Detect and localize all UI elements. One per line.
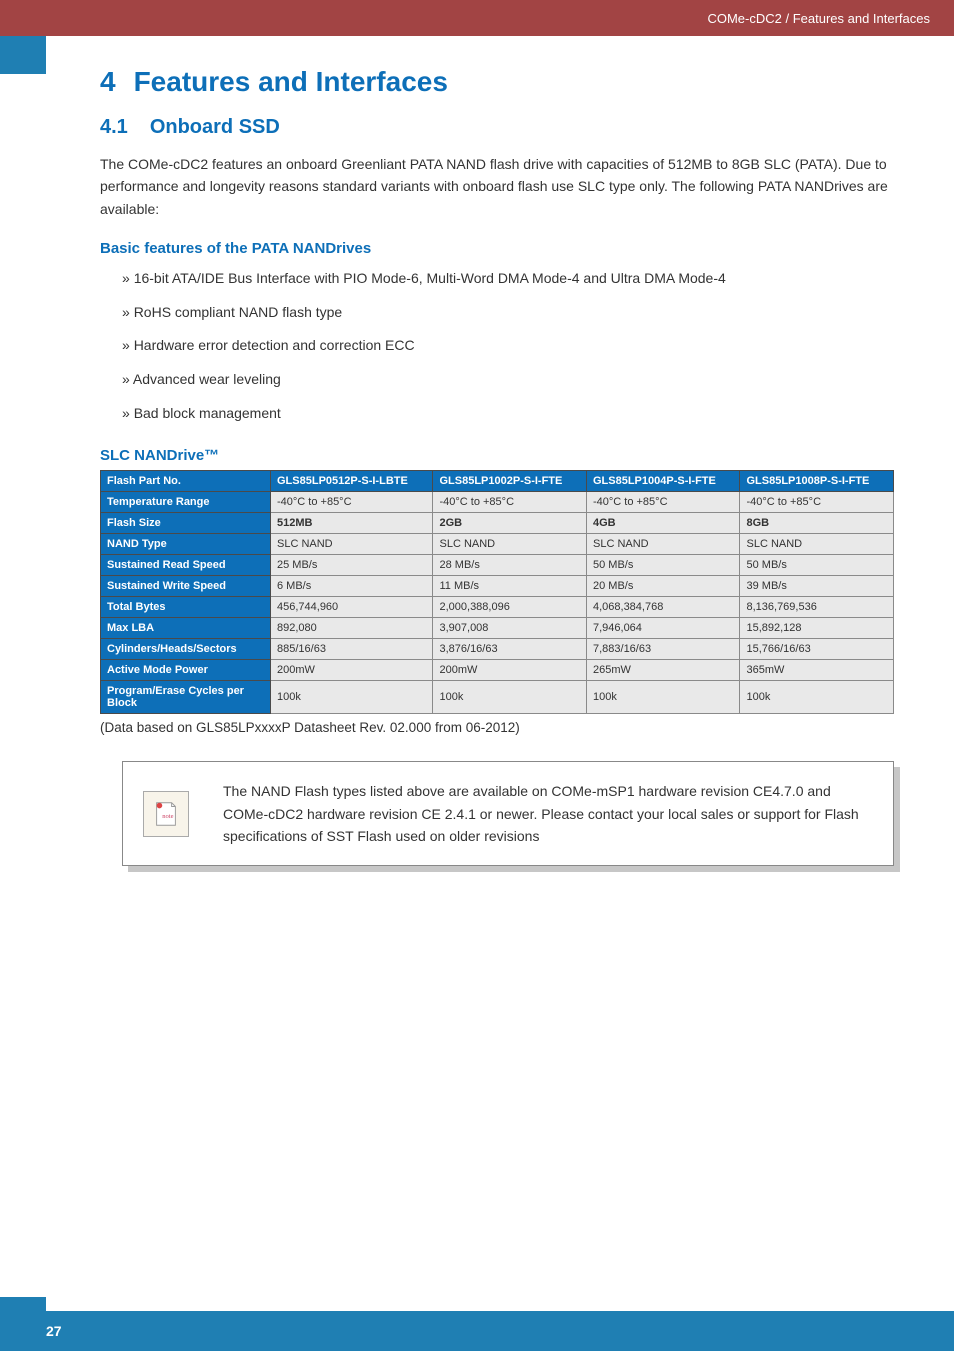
table-row: Temperature Range -40°C to +85°C -40°C t…	[101, 492, 894, 513]
table-cell: 365mW	[740, 660, 894, 681]
feature-list: 16-bit ATA/IDE Bus Interface with PIO Mo…	[100, 269, 894, 423]
row-label: Total Bytes	[101, 597, 271, 618]
table-row: Max LBA 892,080 3,907,008 7,946,064 15,8…	[101, 618, 894, 639]
table-cell: 3,907,008	[433, 618, 587, 639]
table-caption: (Data based on GLS85LPxxxxP Datasheet Re…	[100, 720, 894, 735]
table-row: Sustained Write Speed 6 MB/s 11 MB/s 20 …	[101, 576, 894, 597]
table-cell: 885/16/63	[271, 639, 433, 660]
row-label: Cylinders/Heads/Sectors	[101, 639, 271, 660]
table-cell: 200mW	[433, 660, 587, 681]
table-cell: 265mW	[586, 660, 740, 681]
subsection-title: 4.1 Onboard SSD	[100, 116, 894, 139]
side-stripe	[0, 36, 46, 74]
table-row: Program/Erase Cycles per Block 100k 100k…	[101, 681, 894, 714]
table-row: NAND Type SLC NAND SLC NAND SLC NAND SLC…	[101, 534, 894, 555]
row-label: Flash Part No.	[101, 471, 271, 492]
footer-bar: 27	[0, 1311, 954, 1351]
subsection-title-text: Onboard SSD	[150, 116, 280, 138]
table-cell: -40°C to +85°C	[433, 492, 587, 513]
table-cell: SLC NAND	[740, 534, 894, 555]
table-cell: -40°C to +85°C	[586, 492, 740, 513]
table-cell: 100k	[740, 681, 894, 714]
table-cell: GLS85LP1004P-S-I-FTE	[586, 471, 740, 492]
table-cell: 2,000,388,096	[433, 597, 587, 618]
subsection-number: 4.1	[100, 116, 128, 138]
table-cell: 100k	[586, 681, 740, 714]
table-cell: 7,946,064	[586, 618, 740, 639]
note-box: note The NAND Flash types listed above a…	[122, 761, 894, 866]
table-row: Flash Size 512MB 2GB 4GB 8GB	[101, 513, 894, 534]
table-row: Active Mode Power 200mW 200mW 265mW 365m…	[101, 660, 894, 681]
note-icon: note	[143, 791, 189, 837]
page-number: 27	[46, 1323, 62, 1339]
list-item: Hardware error detection and correction …	[122, 336, 894, 356]
table-cell: SLC NAND	[271, 534, 433, 555]
list-item: Advanced wear leveling	[122, 370, 894, 390]
row-label: NAND Type	[101, 534, 271, 555]
table-cell: 11 MB/s	[433, 576, 587, 597]
spec-table: Flash Part No. GLS85LP0512P-S-I-LBTE GLS…	[100, 470, 894, 714]
table-cell: 512MB	[271, 513, 433, 534]
page-content: 4Features and Interfaces 4.1Onboard SSD …	[0, 36, 954, 866]
row-label: Max LBA	[101, 618, 271, 639]
row-label: Active Mode Power	[101, 660, 271, 681]
table-cell: 50 MB/s	[740, 555, 894, 576]
list-item: Bad block management	[122, 404, 894, 424]
note-box-wrap: note The NAND Flash types listed above a…	[100, 761, 894, 866]
section-title-text: Features and Interfaces	[134, 66, 448, 97]
list-item: RoHS compliant NAND flash type	[122, 303, 894, 323]
top-banner: COMe-cDC2 / Features and Interfaces	[0, 0, 954, 36]
row-label: Program/Erase Cycles per Block	[101, 681, 271, 714]
table-cell: 28 MB/s	[433, 555, 587, 576]
intro-paragraph: The COMe-cDC2 features an onboard Greenl…	[100, 153, 894, 220]
table-cell: 2GB	[433, 513, 587, 534]
table-cell: 200mW	[271, 660, 433, 681]
table-cell: GLS85LP1002P-S-I-FTE	[433, 471, 587, 492]
table-cell: GLS85LP0512P-S-I-LBTE	[271, 471, 433, 492]
breadcrumb: COMe-cDC2 / Features and Interfaces	[707, 11, 930, 26]
table-cell: SLC NAND	[586, 534, 740, 555]
table-cell: 100k	[433, 681, 587, 714]
features-heading: Basic features of the PATA NANDrives	[100, 240, 894, 257]
section-title: 4 Features and Interfaces	[100, 66, 894, 98]
table-heading: SLC NANDrive™	[100, 447, 894, 464]
footer-corner	[0, 1297, 46, 1311]
row-label: Sustained Write Speed	[101, 576, 271, 597]
table-row: Sustained Read Speed 25 MB/s 28 MB/s 50 …	[101, 555, 894, 576]
table-cell: 4,068,384,768	[586, 597, 740, 618]
table-cell: 7,883/16/63	[586, 639, 740, 660]
table-cell: 8GB	[740, 513, 894, 534]
table-cell: 8,136,769,536	[740, 597, 894, 618]
section-number: 4	[100, 66, 116, 97]
row-label: Sustained Read Speed	[101, 555, 271, 576]
list-item: 16-bit ATA/IDE Bus Interface with PIO Mo…	[122, 269, 894, 289]
table-cell: -40°C to +85°C	[271, 492, 433, 513]
table-cell: 892,080	[271, 618, 433, 639]
table-cell: GLS85LP1008P-S-I-FTE	[740, 471, 894, 492]
table-cell: 39 MB/s	[740, 576, 894, 597]
table-cell: SLC NAND	[433, 534, 587, 555]
table-cell: 15,766/16/63	[740, 639, 894, 660]
svg-text:note: note	[162, 812, 173, 819]
note-text: The NAND Flash types listed above are av…	[223, 780, 867, 847]
table-cell: 15,892,128	[740, 618, 894, 639]
table-cell: 25 MB/s	[271, 555, 433, 576]
table-row: Cylinders/Heads/Sectors 885/16/63 3,876/…	[101, 639, 894, 660]
table-row: Total Bytes 456,744,960 2,000,388,096 4,…	[101, 597, 894, 618]
row-label: Temperature Range	[101, 492, 271, 513]
table-cell: 6 MB/s	[271, 576, 433, 597]
table-row: Flash Part No. GLS85LP0512P-S-I-LBTE GLS…	[101, 471, 894, 492]
table-cell: 456,744,960	[271, 597, 433, 618]
table-cell: 50 MB/s	[586, 555, 740, 576]
row-label: Flash Size	[101, 513, 271, 534]
table-cell: 4GB	[586, 513, 740, 534]
table-cell: 20 MB/s	[586, 576, 740, 597]
table-cell: -40°C to +85°C	[740, 492, 894, 513]
table-cell: 100k	[271, 681, 433, 714]
table-cell: 3,876/16/63	[433, 639, 587, 660]
